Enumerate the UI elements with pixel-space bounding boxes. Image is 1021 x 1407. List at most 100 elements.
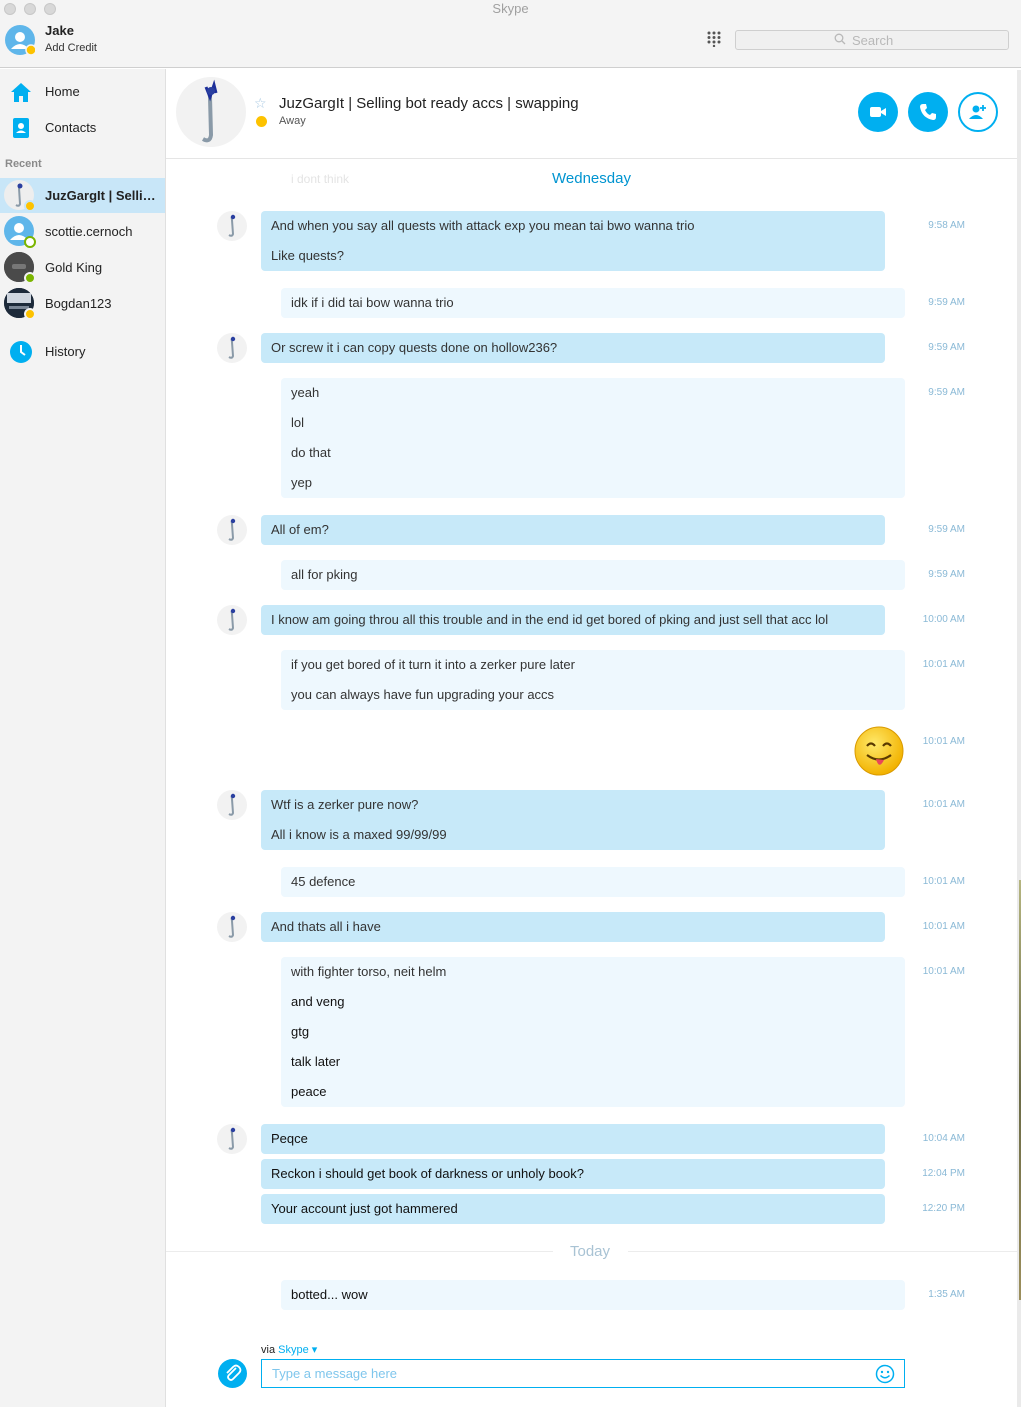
message-text: idk if i did tai bow wanna trio xyxy=(291,295,454,310)
add-credit-link[interactable]: Add Credit xyxy=(45,42,97,54)
message-timestamp: 10:00 AM xyxy=(922,614,965,625)
audio-call-button[interactable] xyxy=(908,92,948,132)
sidebar-item-label: History xyxy=(45,344,86,359)
recent-section-label: Recent xyxy=(5,158,42,170)
attach-file-button[interactable] xyxy=(218,1359,247,1388)
message-text: All of em? xyxy=(271,522,329,537)
message-timestamp: 10:04 AM xyxy=(922,1133,965,1144)
sender-avatar[interactable] xyxy=(217,605,247,635)
user-avatar[interactable] xyxy=(5,25,37,56)
recent-contact-scottie[interactable]: scottie.cernoch xyxy=(0,214,165,249)
message-timestamp: 9:58 AM xyxy=(928,220,965,231)
message-text: do that xyxy=(291,445,331,460)
message-text: yeah xyxy=(291,385,320,400)
message-text: gtg xyxy=(291,1024,310,1039)
avatar xyxy=(4,288,36,320)
message-text: yep xyxy=(291,475,312,490)
recent-contact-gold-king[interactable]: Gold King xyxy=(0,250,165,285)
message-text: with fighter torso, neit helm xyxy=(291,964,447,979)
tongue-out-smiley-icon[interactable] xyxy=(854,726,904,776)
user-name[interactable]: Jake xyxy=(45,23,74,38)
day-separator-today: Today xyxy=(570,1243,611,1260)
title-bar: Skype Jake Add Credit Search xyxy=(0,0,1021,68)
recent-contact-juzgargit[interactable]: JuzGargIt | Selling bot ready accs | swa… xyxy=(0,178,165,213)
message-input[interactable] xyxy=(261,1359,905,1388)
sender-avatar[interactable] xyxy=(217,790,247,820)
message-timestamp: 9:59 AM xyxy=(928,297,965,308)
message-bubble[interactable]: 45 defence xyxy=(281,867,905,897)
offline-status-icon xyxy=(24,236,36,248)
via-label: via xyxy=(261,1344,276,1356)
default-avatar-icon xyxy=(11,32,37,56)
message-text: you can always have fun upgrading your a… xyxy=(291,687,555,702)
recent-contact-bogdan[interactable]: Bogdan123 xyxy=(0,286,165,321)
sender-avatar[interactable] xyxy=(217,912,247,942)
message-text: talk later xyxy=(291,1054,341,1069)
message-text: and veng xyxy=(291,994,345,1009)
emoticon-picker-button[interactable] xyxy=(875,1364,895,1384)
message-bubble[interactable]: with fighter torso, neit helm and veng g… xyxy=(281,957,905,1107)
message-bubble[interactable]: And when you say all quests with attack … xyxy=(261,211,885,271)
message-text: if you get bored of it turn it into a ze… xyxy=(291,657,575,672)
message-text: I know am going throu all this trouble a… xyxy=(271,612,829,627)
video-call-button[interactable] xyxy=(858,92,898,132)
j-logo-icon xyxy=(228,518,236,541)
via-service-selector[interactable]: via Skype ▾ xyxy=(261,1343,317,1356)
favorite-star-icon[interactable]: ☆ xyxy=(254,95,267,112)
dialpad-icon[interactable] xyxy=(706,31,722,48)
sidebar-item-history[interactable]: History xyxy=(0,337,165,367)
message-text: Or screw it i can copy quests done on ho… xyxy=(271,340,558,355)
paperclip-icon xyxy=(226,1364,242,1381)
conversation-header: ☆ JuzGargIt | Selling bot ready accs | s… xyxy=(166,69,1021,159)
away-status-icon xyxy=(24,308,36,320)
conversation-title: JuzGargIt | Selling bot ready accs | swa… xyxy=(279,95,579,112)
avatar xyxy=(4,252,36,284)
message-bubble[interactable]: idk if i did tai bow wanna trio xyxy=(281,288,905,318)
phone-icon xyxy=(920,104,936,120)
conversation-avatar[interactable] xyxy=(176,77,246,147)
message-timestamp: 10:01 AM xyxy=(922,966,965,977)
message-bubble[interactable]: Or screw it i can copy quests done on ho… xyxy=(261,333,885,363)
message-timestamp: 1:35 AM xyxy=(928,1289,965,1300)
sender-avatar[interactable] xyxy=(217,211,247,241)
away-status-icon xyxy=(24,200,36,212)
sender-avatar[interactable] xyxy=(217,333,247,363)
window-title: Skype xyxy=(492,1,529,16)
message-timestamp: 10:01 AM xyxy=(922,736,965,747)
message-bubble[interactable]: botted... wow xyxy=(281,1280,905,1310)
sidebar-item-label: Contacts xyxy=(45,120,97,135)
message-text: And thats all i have xyxy=(271,919,381,934)
message-bubble[interactable]: if you get bored of it turn it into a ze… xyxy=(281,650,905,710)
message-timestamp: 9:59 AM xyxy=(928,524,965,535)
contact-name: scottie.cernoch xyxy=(45,224,133,239)
message-bubble[interactable]: Wtf is a zerker pure now? All i know is … xyxy=(261,790,885,850)
j-logo-icon xyxy=(202,79,218,143)
sidebar-item-contacts[interactable]: Contacts xyxy=(0,113,165,143)
dropdown-arrow-icon: ▾ xyxy=(311,1344,318,1356)
home-icon xyxy=(9,80,33,104)
j-logo-icon xyxy=(228,1127,236,1150)
j-logo-icon xyxy=(228,915,236,938)
contact-name: Gold King xyxy=(45,260,103,275)
j-logo-icon xyxy=(228,336,236,359)
message-bubble[interactable]: all for pking xyxy=(281,560,905,590)
add-people-button[interactable] xyxy=(958,92,998,132)
video-camera-icon xyxy=(870,107,886,117)
message-text: Wtf is a zerker pure now? xyxy=(271,797,419,812)
contact-name: JuzGargIt | Selling bot ready accs | swa… xyxy=(45,188,157,203)
search-icon xyxy=(834,33,846,48)
message-timestamp: 10:01 AM xyxy=(922,659,965,670)
search-input[interactable]: Search xyxy=(735,30,1009,50)
message-bubble[interactable]: And thats all i have xyxy=(261,912,885,942)
message-bubble[interactable]: Peqce xyxy=(261,1124,885,1154)
message-bubble[interactable]: Your account just got hammered xyxy=(261,1194,885,1224)
j-logo-icon xyxy=(228,793,236,816)
sidebar-item-home[interactable]: Home xyxy=(0,77,165,107)
sender-avatar[interactable] xyxy=(217,1124,247,1154)
message-bubble[interactable]: yeah lol do that yep xyxy=(281,378,905,498)
message-bubble[interactable]: All of em? xyxy=(261,515,885,545)
message-bubble[interactable]: I know am going throu all this trouble a… xyxy=(261,605,885,635)
avatar xyxy=(4,180,36,212)
message-bubble[interactable]: Reckon i should get book of darkness or … xyxy=(261,1159,885,1189)
sender-avatar[interactable] xyxy=(217,515,247,545)
